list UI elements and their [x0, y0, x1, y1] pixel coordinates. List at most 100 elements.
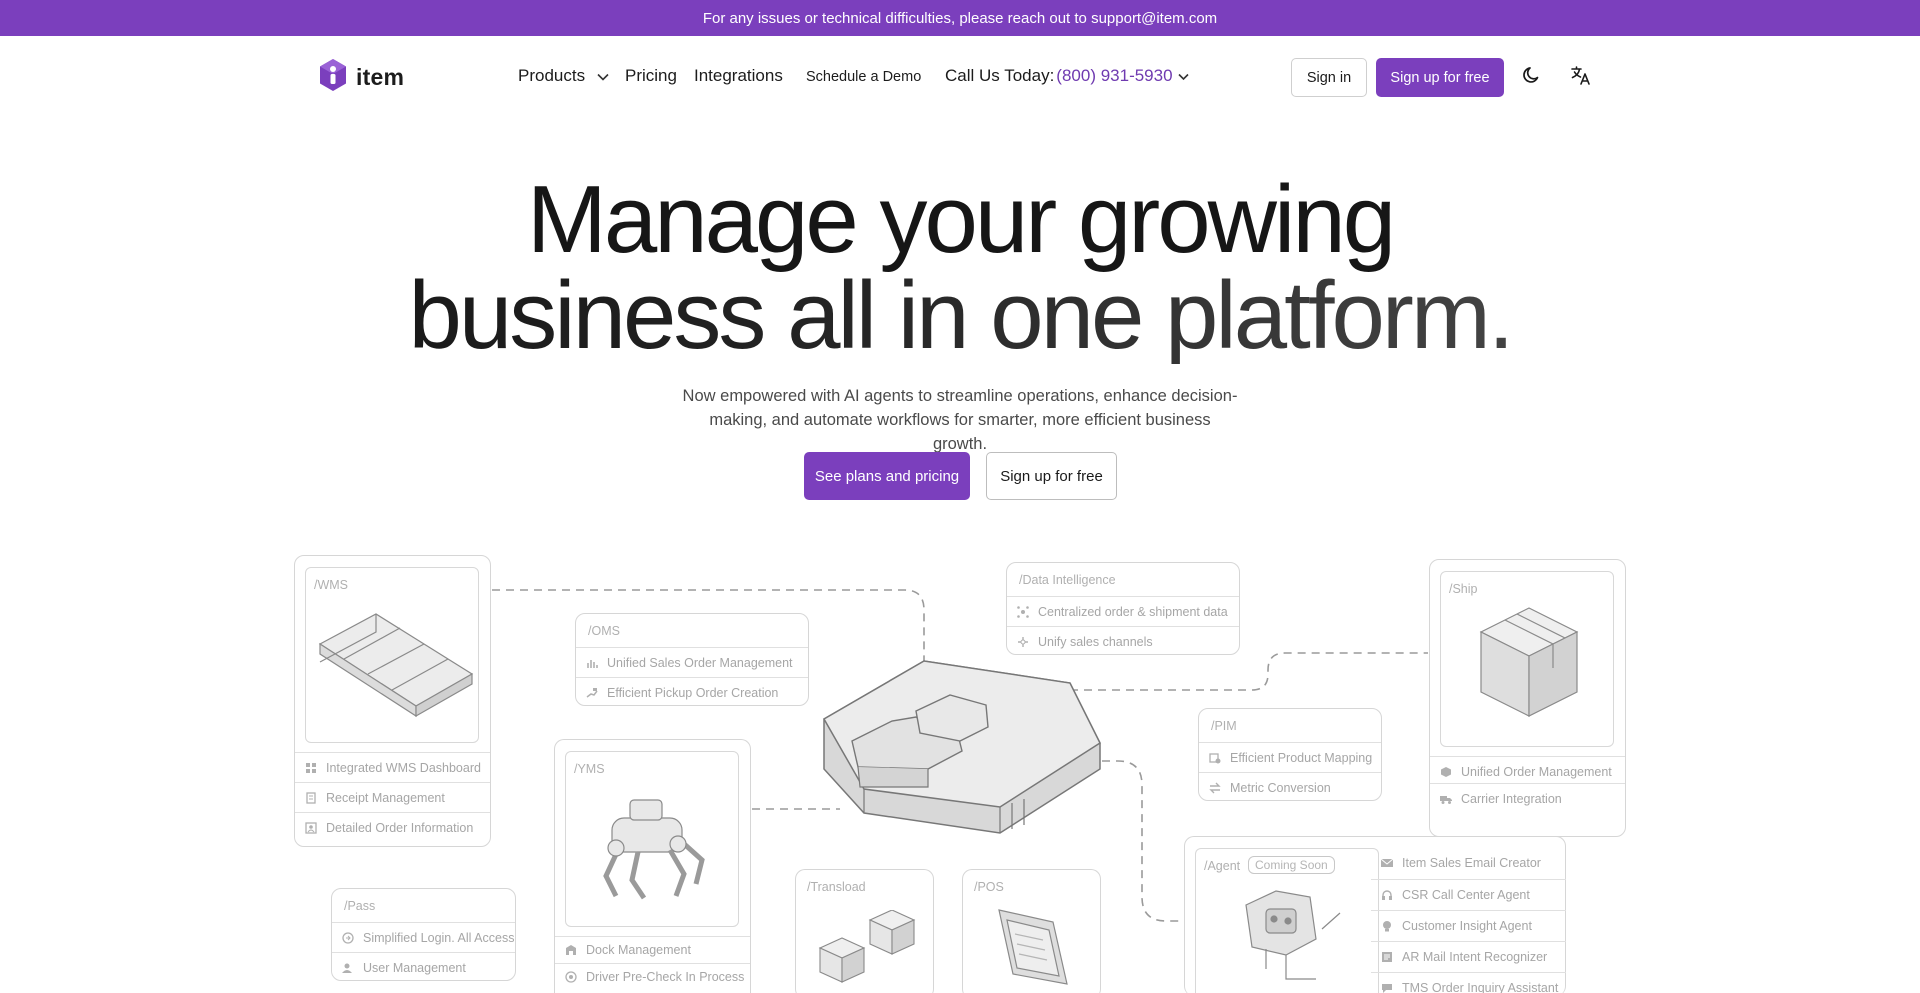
- agent-row[interactable]: CSR Call Center Agent: [1371, 879, 1566, 909]
- agent-row-label: AR Mail Intent Recognizer: [1402, 949, 1548, 964]
- sign-in-button[interactable]: Sign in: [1291, 58, 1367, 97]
- yms-row[interactable]: Dock Management: [555, 936, 750, 963]
- agent-row[interactable]: Customer Insight Agent: [1371, 910, 1566, 940]
- language-selector[interactable]: [1568, 64, 1594, 90]
- wms-row[interactable]: Receipt Management: [295, 782, 490, 812]
- transload-card[interactable]: /Transload: [795, 869, 934, 993]
- pim-tag: /PIM: [1211, 719, 1237, 733]
- convert-arrows-icon: [1209, 782, 1221, 794]
- pim-row[interactable]: Efficient Product Mapping: [1199, 742, 1381, 772]
- nav-demo-label: Schedule a Demo: [806, 69, 922, 85]
- oms-card[interactable]: /OMS Unified Sales Order Management Effi…: [575, 613, 809, 706]
- wms-row[interactable]: Integrated WMS Dashboard: [295, 752, 490, 782]
- see-plans-button[interactable]: See plans and pricing: [804, 452, 970, 500]
- chevron-down-icon: [597, 66, 609, 86]
- platform-hub-icon: [816, 657, 1102, 862]
- agent-row-label: Item Sales Email Creator: [1402, 856, 1541, 870]
- nav-call-us[interactable]: Call Us Today: (800) 931-5930: [945, 66, 1189, 86]
- data-intelligence-row[interactable]: Centralized order & shipment data: [1007, 596, 1239, 626]
- yms-row-label: Driver Pre-Check In Process: [586, 970, 745, 984]
- pass-card[interactable]: /Pass Simplified Login. All Access. User…: [331, 888, 516, 981]
- hub-icon: [1017, 605, 1029, 618]
- wms-row[interactable]: Detailed Order Information: [295, 812, 490, 842]
- banner-text: For any issues or technical difficulties…: [702, 9, 1218, 27]
- data-intelligence-tag: /Data Intelligence: [1019, 573, 1116, 587]
- nav-products[interactable]: Products: [518, 66, 609, 86]
- nav-pricing-label: Pricing: [625, 66, 677, 85]
- cube-icon: [1440, 766, 1452, 778]
- oms-row-label: Efficient Pickup Order Creation: [607, 685, 779, 700]
- nav-integrations[interactable]: Integrations: [694, 66, 783, 86]
- pim-row[interactable]: Metric Conversion: [1199, 772, 1381, 802]
- data-intelligence-row-label: Centralized order & shipment data: [1038, 604, 1228, 619]
- ship-row-label: Carrier Integration: [1461, 791, 1562, 806]
- order-details-icon: [305, 821, 317, 834]
- pos-tag: /POS: [974, 880, 1004, 894]
- ship-row-label: Unified Order Management: [1461, 764, 1612, 779]
- pos-terminal-icon: [993, 904, 1073, 993]
- logo[interactable]: item: [318, 58, 404, 97]
- pass-row[interactable]: Simplified Login. All Access.: [332, 922, 515, 952]
- chevron-down-icon: [1177, 66, 1189, 86]
- dashboard-icon: [305, 762, 317, 774]
- wms-row-label: Receipt Management: [326, 790, 445, 805]
- pim-row-label: Metric Conversion: [1230, 780, 1331, 795]
- data-intelligence-card[interactable]: /Data Intelligence Centralized order & s…: [1006, 562, 1240, 655]
- pass-row[interactable]: User Management: [332, 952, 515, 982]
- ship-illustration-frame: /Ship: [1440, 571, 1614, 747]
- agent-tag: /Agent: [1204, 859, 1241, 873]
- dock-icon: [565, 944, 577, 956]
- ship-card[interactable]: /Ship Unified Order Management Carrier I…: [1429, 559, 1626, 837]
- site-header: item Products Pricing Integrations Sched…: [0, 36, 1920, 114]
- wms-row-label: Detailed Order Information: [326, 820, 474, 835]
- pim-card[interactable]: /PIM Efficient Product Mapping Metric Co…: [1198, 708, 1382, 801]
- agent-row-label: CSR Call Center Agent: [1402, 887, 1530, 902]
- check-circle-icon: [565, 971, 577, 983]
- chat-icon: [1381, 982, 1393, 993]
- login-icon: [342, 931, 354, 944]
- pass-row-label: Simplified Login. All Access.: [363, 930, 515, 945]
- hero-sign-up-button[interactable]: Sign up for free: [986, 452, 1117, 500]
- call-label: Call Us Today:: [945, 66, 1055, 85]
- agent-row[interactable]: TMS Order Inquiry Assistant: [1371, 972, 1566, 993]
- agent-row[interactable]: AR Mail Intent Recognizer: [1371, 941, 1566, 971]
- storage-bins-icon: [316, 604, 476, 729]
- nav-pricing[interactable]: Pricing: [625, 66, 677, 86]
- yms-row[interactable]: Driver Pre-Check In Process: [555, 963, 750, 990]
- robot-agent-icon: [1236, 883, 1346, 993]
- yms-card[interactable]: /YMS Dock Management Driver Pre-Check In…: [554, 739, 751, 993]
- agent-row[interactable]: Item Sales Email Creator: [1371, 848, 1566, 878]
- hero-title-line-2: business all in one platform.: [0, 268, 1920, 364]
- call-phone[interactable]: (800) 931-5930: [1056, 66, 1172, 86]
- wms-card[interactable]: /WMS Integrated WMS Dashboard Receipt Ma…: [294, 555, 491, 847]
- wms-illustration-frame: /WMS: [305, 567, 479, 743]
- document-icon: [1381, 951, 1393, 963]
- agent-card[interactable]: /Agent Coming Soon Item Sales Email Crea…: [1184, 836, 1566, 993]
- ship-row[interactable]: Carrier Integration: [1430, 783, 1625, 813]
- data-intelligence-row-label: Unify sales channels: [1038, 634, 1153, 649]
- pos-card[interactable]: /POS: [962, 869, 1101, 993]
- agent-row-label: TMS Order Inquiry Assistant: [1402, 980, 1559, 993]
- oms-row[interactable]: Unified Sales Order Management: [576, 647, 808, 677]
- nav-products-label: Products: [518, 66, 586, 85]
- mapping-icon: [1209, 752, 1221, 764]
- yms-tag: /YMS: [574, 762, 605, 776]
- oms-row[interactable]: Efficient Pickup Order Creation: [576, 677, 808, 707]
- email-icon: [1381, 857, 1393, 869]
- ship-row[interactable]: Unified Order Management: [1430, 756, 1625, 786]
- pim-row-label: Efficient Product Mapping: [1230, 750, 1373, 765]
- truck-icon: [1440, 793, 1452, 805]
- lightbulb-icon: [1381, 920, 1393, 932]
- logo-icon: [318, 58, 348, 97]
- user-icon: [342, 962, 354, 974]
- data-intelligence-row[interactable]: Unify sales channels: [1007, 626, 1239, 656]
- channels-icon: [1017, 636, 1029, 648]
- dark-mode-toggle[interactable]: [1519, 64, 1545, 90]
- yms-row-label: Dock Management: [586, 943, 691, 957]
- boxes-icon: [816, 909, 926, 993]
- coming-soon-badge: Coming Soon: [1248, 856, 1335, 874]
- headset-icon: [1381, 889, 1393, 901]
- nav-schedule-demo[interactable]: Schedule a Demo: [806, 69, 921, 85]
- ship-tag: /Ship: [1449, 582, 1478, 596]
- sign-up-button[interactable]: Sign up for free: [1376, 58, 1504, 97]
